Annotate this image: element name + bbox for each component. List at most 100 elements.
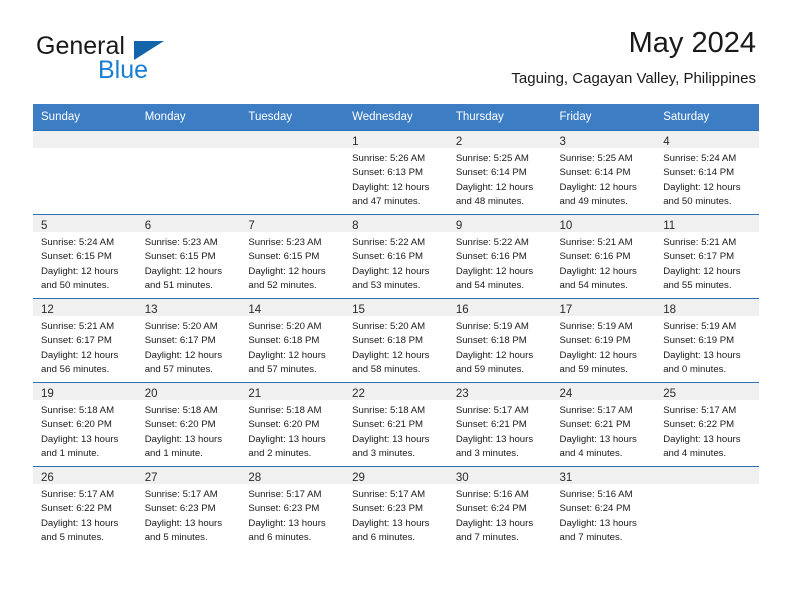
calendar-day-cell[interactable]: 25 Sunrise: 5:17 AM Sunset: 6:22 PM Dayligh…	[655, 382, 759, 467]
day-number: 30	[455, 472, 469, 484]
day-cell-inner: 6 Sunrise: 5:23 AM Sunset: 6:15 PM Daylight…	[136, 215, 241, 298]
day-cell-inner: 11 Sunrise: 5:21 AM Sunset: 6:17 PM Dayligh…	[655, 215, 759, 298]
calendar-day-cell[interactable]: 8 Sunrise: 5:22 AM Sunset: 6:16 PM Daylight…	[344, 214, 448, 299]
day-number-bar: 14	[240, 299, 345, 316]
sunrise-text: Sunrise: 5:24 AM	[663, 153, 737, 164]
calendar-day-cell[interactable]: 5 Sunrise: 5:24 AM Sunset: 6:15 PM Daylight…	[33, 214, 137, 299]
calendar-day-cell[interactable]: 21 Sunrise: 5:18 AM Sunset: 6:20 PM Dayligh…	[240, 382, 345, 467]
sunrise-text: Sunrise: 5:25 AM	[559, 153, 633, 164]
day-cell-details: Sunrise: 5:17 AM Sunset: 6:22 PM Daylight:…	[655, 400, 759, 461]
sunset-text: Sunset: 6:20 PM	[248, 419, 320, 431]
calendar-day-cell[interactable]: 3 Sunrise: 5:25 AM Sunset: 6:14 PM Daylight…	[551, 130, 656, 215]
calendar-day-cell[interactable]: 14 Sunrise: 5:20 AM Sunset: 6:18 PM Dayligh…	[240, 298, 345, 383]
day-number-bar: 21	[240, 383, 345, 400]
daylight-text-line1: Daylight: 13 hours	[248, 517, 326, 529]
sunset-text: Sunset: 6:23 PM	[248, 503, 320, 515]
sunset-text: Sunset: 6:17 PM	[144, 335, 216, 347]
day-cell-details: Sunrise: 5:18 AM Sunset: 6:20 PM Daylight:…	[240, 400, 344, 461]
day-cell-details: Sunrise: 5:24 AM Sunset: 6:14 PM Daylight:…	[655, 148, 759, 209]
day-cell-details	[137, 148, 241, 152]
daylight-text-line2: and 7 minutes.	[455, 531, 519, 543]
calendar-day-cell[interactable]: 23 Sunrise: 5:17 AM Sunset: 6:21 PM Dayligh…	[447, 382, 552, 467]
sunrise-text: Sunrise: 5:17 AM	[144, 489, 218, 500]
calendar-day-cell[interactable]: 24 Sunrise: 5:17 AM Sunset: 6:21 PM Dayligh…	[551, 382, 656, 467]
calendar-day-cell[interactable]: 9 Sunrise: 5:22 AM Sunset: 6:16 PM Daylight…	[447, 214, 552, 299]
day-number-bar: 12	[33, 299, 137, 316]
day-cell-inner: 15 Sunrise: 5:20 AM Sunset: 6:18 PM Dayligh…	[344, 299, 448, 382]
calendar-day-cell[interactable]: 12 Sunrise: 5:21 AM Sunset: 6:17 PM Dayligh…	[33, 298, 137, 383]
sunset-text: Sunset: 6:14 PM	[663, 167, 735, 179]
calendar-day-cell[interactable]: 19 Sunrise: 5:18 AM Sunset: 6:20 PM Dayligh…	[33, 382, 137, 467]
calendar-day-cell[interactable]: 31 Sunrise: 5:16 AM Sunset: 6:24 PM Dayligh…	[551, 466, 656, 550]
sunrise-text: Sunrise: 5:19 AM	[559, 321, 633, 332]
day-number-bar	[240, 131, 345, 148]
day-cell-inner: 5 Sunrise: 5:24 AM Sunset: 6:15 PM Daylight…	[33, 215, 137, 298]
calendar-day-cell[interactable]: 22 Sunrise: 5:18 AM Sunset: 6:21 PM Dayligh…	[344, 382, 448, 467]
calendar-grid: Sunday Monday Tuesday Wednesday Thursday Frid…	[33, 104, 759, 550]
calendar-day-cell[interactable]: 13 Sunrise: 5:20 AM Sunset: 6:17 PM Dayligh…	[136, 298, 241, 383]
calendar-day-cell[interactable]: 6 Sunrise: 5:23 AM Sunset: 6:15 PM Daylight…	[136, 214, 241, 299]
sunrise-text: Sunrise: 5:18 AM	[144, 405, 218, 416]
weekday-header-tuesday: Tuesday	[240, 104, 345, 131]
day-number-bar: 22	[344, 383, 448, 400]
general-blue-logo[interactable]: General Blue	[36, 32, 236, 90]
day-number: 13	[144, 304, 158, 316]
weekday-header-wednesday: Wednesday	[344, 104, 448, 131]
daylight-text-line2: and 50 minutes.	[663, 195, 732, 207]
day-number-bar	[136, 131, 241, 148]
day-cell-inner: 9 Sunrise: 5:22 AM Sunset: 6:16 PM Daylight…	[447, 215, 552, 298]
calendar-day-cell[interactable]: 1 Sunrise: 5:26 AM Sunset: 6:13 PM Daylight…	[344, 130, 448, 215]
daylight-text-line1: Daylight: 13 hours	[41, 433, 119, 445]
day-cell-details: Sunrise: 5:25 AM Sunset: 6:14 PM Daylight:…	[552, 148, 656, 209]
weekday-header-sunday: Sunday	[33, 104, 137, 131]
day-number: 22	[352, 388, 365, 400]
sunset-text: Sunset: 6:22 PM	[663, 419, 735, 431]
day-cell-details: Sunrise: 5:21 AM Sunset: 6:17 PM Daylight:…	[33, 316, 137, 377]
calendar-day-cell[interactable]: 16 Sunrise: 5:19 AM Sunset: 6:18 PM Dayligh…	[447, 298, 552, 383]
day-number-bar: 15	[344, 299, 448, 316]
day-number-bar: 25	[655, 383, 759, 400]
day-number: 19	[41, 388, 54, 400]
sunrise-text: Sunrise: 5:17 AM	[352, 489, 426, 500]
day-number: 1	[352, 136, 359, 148]
sunset-text: Sunset: 6:22 PM	[41, 503, 112, 515]
day-cell-details: Sunrise: 5:23 AM Sunset: 6:15 PM Daylight:…	[137, 232, 241, 293]
calendar-day-cell[interactable]: 2 Sunrise: 5:25 AM Sunset: 6:14 PM Daylight…	[447, 130, 552, 215]
day-number-bar: 10	[551, 215, 656, 232]
calendar-day-cell[interactable]: 27 Sunrise: 5:17 AM Sunset: 6:23 PM Dayligh…	[136, 466, 241, 550]
calendar-empty-cell	[240, 130, 345, 215]
sunset-text: Sunset: 6:24 PM	[455, 503, 527, 515]
calendar-week-row: 1 Sunrise: 5:26 AM Sunset: 6:13 PM Daylight…	[33, 130, 759, 215]
calendar-day-cell[interactable]: 20 Sunrise: 5:18 AM Sunset: 6:20 PM Dayligh…	[136, 382, 241, 467]
day-number: 20	[144, 388, 158, 400]
daylight-text-line1: Daylight: 13 hours	[144, 433, 223, 445]
daylight-text-line2: and 56 minutes.	[41, 363, 110, 375]
sunrise-text: Sunrise: 5:17 AM	[663, 405, 737, 416]
day-cell-inner: 26 Sunrise: 5:17 AM Sunset: 6:22 PM Dayligh…	[33, 467, 137, 550]
sunset-text: Sunset: 6:14 PM	[559, 167, 631, 179]
calendar-day-cell[interactable]: 28 Sunrise: 5:17 AM Sunset: 6:23 PM Dayligh…	[240, 466, 345, 550]
daylight-text-line1: Daylight: 12 hours	[352, 265, 430, 277]
daylight-text-line1: Daylight: 13 hours	[144, 517, 223, 529]
daylight-text-line2: and 6 minutes.	[352, 531, 416, 543]
calendar-day-cell[interactable]: 26 Sunrise: 5:17 AM Sunset: 6:22 PM Dayligh…	[33, 466, 137, 550]
day-cell-details: Sunrise: 5:18 AM Sunset: 6:20 PM Daylight:…	[33, 400, 137, 461]
sunset-text: Sunset: 6:21 PM	[455, 419, 527, 431]
day-cell-details: Sunrise: 5:16 AM Sunset: 6:24 PM Daylight:…	[448, 484, 552, 545]
day-cell-details: Sunrise: 5:20 AM Sunset: 6:18 PM Daylight:…	[344, 316, 448, 377]
calendar-day-cell[interactable]: 4 Sunrise: 5:24 AM Sunset: 6:14 PM Daylight…	[655, 130, 759, 215]
calendar-day-cell[interactable]: 29 Sunrise: 5:17 AM Sunset: 6:23 PM Dayligh…	[344, 466, 448, 550]
day-cell-inner: 7 Sunrise: 5:23 AM Sunset: 6:15 PM Daylight…	[240, 215, 345, 298]
calendar-day-cell[interactable]: 11 Sunrise: 5:21 AM Sunset: 6:17 PM Dayligh…	[655, 214, 759, 299]
day-number: 24	[559, 388, 573, 400]
calendar-day-cell[interactable]: 15 Sunrise: 5:20 AM Sunset: 6:18 PM Dayligh…	[344, 298, 448, 383]
sunrise-text: Sunrise: 5:22 AM	[455, 237, 529, 248]
calendar-day-cell[interactable]: 17 Sunrise: 5:19 AM Sunset: 6:19 PM Dayligh…	[551, 298, 656, 383]
calendar-day-cell[interactable]: 10 Sunrise: 5:21 AM Sunset: 6:16 PM Dayligh…	[551, 214, 656, 299]
daylight-text-line2: and 7 minutes.	[559, 531, 623, 543]
calendar-day-cell[interactable]: 7 Sunrise: 5:23 AM Sunset: 6:15 PM Daylight…	[240, 214, 345, 299]
day-cell-inner	[655, 467, 759, 550]
calendar-empty-cell	[655, 466, 759, 550]
calendar-day-cell[interactable]: 30 Sunrise: 5:16 AM Sunset: 6:24 PM Dayligh…	[447, 466, 552, 550]
calendar-day-cell[interactable]: 18 Sunrise: 5:19 AM Sunset: 6:19 PM Dayligh…	[655, 298, 759, 383]
